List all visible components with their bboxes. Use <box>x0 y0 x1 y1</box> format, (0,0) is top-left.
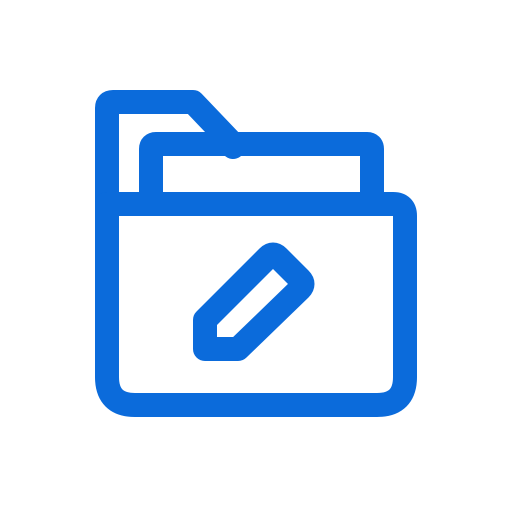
edit-folder-icon <box>0 0 512 512</box>
document-sheet <box>139 132 384 204</box>
icon-canvas <box>0 0 512 512</box>
folder-front-body <box>95 192 417 417</box>
edit-folder-icon-svg <box>95 90 417 417</box>
pencil-icon <box>193 242 315 361</box>
